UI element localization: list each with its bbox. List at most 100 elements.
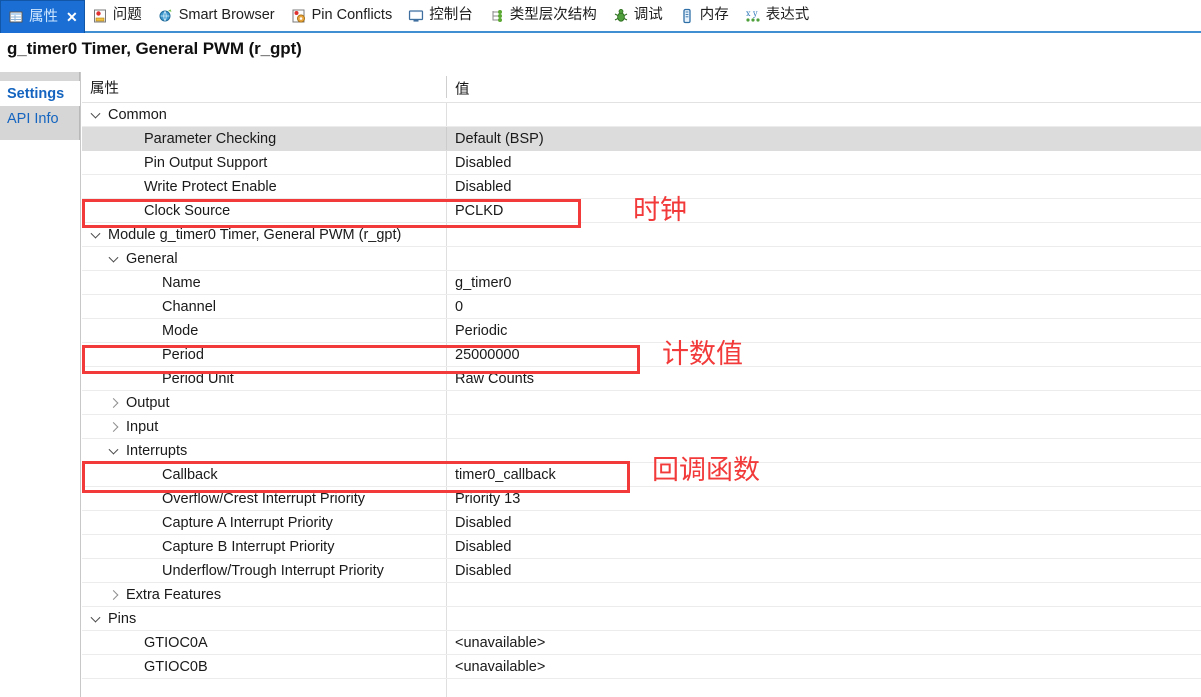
property-name-cell: Common bbox=[82, 103, 446, 126]
table-row[interactable]: Name g_timer0 bbox=[82, 271, 1201, 295]
sidebar-item-label: Settings bbox=[7, 85, 65, 102]
expressions-icon: x y bbox=[745, 8, 761, 24]
chevron-down-icon[interactable] bbox=[108, 247, 121, 270]
tab-expressions[interactable]: x y 表达式 bbox=[738, 0, 819, 31]
table-row[interactable]: Input bbox=[82, 415, 1201, 439]
table-row[interactable]: Mode Periodic bbox=[82, 319, 1201, 343]
table-row[interactable]: Extra Features bbox=[82, 583, 1201, 607]
annotation-label: 时钟 bbox=[633, 195, 687, 226]
property-name-label: Name bbox=[162, 274, 201, 291]
table-row[interactable]: Period Unit Raw Counts bbox=[82, 367, 1201, 391]
chevron-down-icon[interactable] bbox=[108, 439, 121, 462]
property-value-cell[interactable] bbox=[446, 583, 1201, 606]
tab-properties[interactable]: 属性 ✕ bbox=[0, 0, 85, 33]
table-row[interactable]: Overflow/Crest Interrupt Priority Priorit… bbox=[82, 487, 1201, 511]
tab-smart-browser[interactable]: Smart Browser bbox=[151, 0, 284, 31]
property-name-label: Output bbox=[126, 394, 170, 411]
property-name-cell: Interrupts bbox=[82, 439, 446, 462]
property-value-cell[interactable]: Disabled bbox=[446, 511, 1201, 534]
table-row[interactable]: Module g_timer0 Timer, General PWM (r_gp… bbox=[82, 223, 1201, 247]
table-row[interactable]: Output bbox=[82, 391, 1201, 415]
property-value-cell[interactable]: g_timer0 bbox=[446, 271, 1201, 294]
table-row[interactable]: GTIOC0B <unavailable> bbox=[82, 655, 1201, 679]
table-row[interactable]: Interrupts bbox=[82, 439, 1201, 463]
table-row[interactable]: GTIOC0A <unavailable> bbox=[82, 631, 1201, 655]
tab-label: 调试 bbox=[633, 7, 663, 24]
property-value-cell[interactable]: 25000000 bbox=[446, 343, 1201, 366]
tab-problems[interactable]: 问题 bbox=[85, 0, 151, 31]
property-value-cell[interactable] bbox=[446, 415, 1201, 438]
property-value-cell[interactable]: PCLKD bbox=[446, 199, 1201, 222]
tab-label: 属性 bbox=[29, 8, 58, 25]
chevron-down-icon[interactable] bbox=[90, 223, 103, 246]
property-value-cell[interactable]: 0 bbox=[446, 295, 1201, 318]
chevron-right-icon[interactable] bbox=[108, 415, 121, 438]
column-header-value: 值 bbox=[446, 76, 1201, 98]
property-value-cell[interactable] bbox=[446, 679, 1201, 697]
close-icon[interactable]: ✕ bbox=[66, 10, 78, 24]
table-row[interactable]: Capture A Interrupt Priority Disabled bbox=[82, 511, 1201, 535]
property-value-cell[interactable] bbox=[446, 103, 1201, 126]
tab-console[interactable]: 控制台 bbox=[401, 0, 482, 31]
page-title: g_timer0 Timer, General PWM (r_gpt) bbox=[7, 39, 302, 58]
chevron-down-icon[interactable] bbox=[90, 607, 103, 630]
chevron-down-icon[interactable] bbox=[90, 103, 103, 126]
tab-memory[interactable]: 内存 bbox=[672, 0, 738, 31]
property-value-cell[interactable]: Disabled bbox=[446, 151, 1201, 174]
sidebar-item-settings[interactable]: Settings bbox=[0, 81, 80, 106]
tab-label: Smart Browser bbox=[178, 7, 275, 24]
table-row[interactable]: Underflow/Trough Interrupt Priority Disab… bbox=[82, 559, 1201, 583]
table-row[interactable]: Channel 0 bbox=[82, 295, 1201, 319]
property-value-cell[interactable] bbox=[446, 223, 1201, 246]
property-value-cell[interactable]: Priority 13 bbox=[446, 487, 1201, 510]
property-value-cell[interactable]: Disabled bbox=[446, 559, 1201, 582]
tab-pin-conflicts[interactable]: Pin Conflicts bbox=[284, 0, 402, 31]
property-value-cell[interactable]: <unavailable> bbox=[446, 631, 1201, 654]
property-value-cell[interactable]: timer0_callback bbox=[446, 463, 1201, 486]
table-row[interactable]: General bbox=[82, 247, 1201, 271]
property-name-label: Module g_timer0 Timer, General PWM (r_gp… bbox=[108, 226, 402, 243]
sidebar-item-api-info[interactable]: API Info bbox=[0, 106, 80, 131]
property-value-label: Disabled bbox=[455, 562, 512, 579]
table-row[interactable]: Capture B Interrupt Priority Disabled bbox=[82, 535, 1201, 559]
property-value-cell[interactable]: Default (BSP) bbox=[446, 127, 1201, 150]
property-value-cell[interactable]: Disabled bbox=[446, 535, 1201, 558]
property-value-cell[interactable]: Raw Counts bbox=[446, 367, 1201, 390]
chevron-right-icon[interactable] bbox=[108, 583, 121, 606]
property-name-label: Common bbox=[108, 106, 167, 123]
sidebar-bottom-spacer bbox=[0, 131, 80, 140]
table-row[interactable]: Callback timer0_callback bbox=[82, 463, 1201, 487]
table-row[interactable]: Period 25000000 bbox=[82, 343, 1201, 367]
tab-debug[interactable]: 调试 bbox=[606, 0, 672, 31]
debug-icon bbox=[613, 8, 629, 24]
table-row[interactable]: Parameter Checking Default (BSP) bbox=[82, 127, 1201, 151]
property-value-label: 25000000 bbox=[455, 346, 520, 363]
property-name-cell: Parameter Checking bbox=[82, 127, 446, 150]
property-name-label: Input bbox=[126, 418, 159, 435]
chevron-right-icon[interactable] bbox=[108, 391, 121, 414]
property-value-cell[interactable] bbox=[446, 607, 1201, 630]
property-value-cell[interactable] bbox=[446, 247, 1201, 270]
pin-conflicts-icon bbox=[291, 8, 307, 24]
property-value-cell[interactable] bbox=[446, 391, 1201, 414]
property-value-label: Disabled bbox=[455, 514, 512, 531]
property-value-cell[interactable]: Disabled bbox=[446, 175, 1201, 198]
property-value-label: timer0_callback bbox=[455, 466, 556, 483]
table-row[interactable]: Common bbox=[82, 103, 1201, 127]
table-row[interactable]: Pin Output Support Disabled bbox=[82, 151, 1201, 175]
property-value-cell[interactable]: <unavailable> bbox=[446, 655, 1201, 678]
table-row[interactable] bbox=[82, 679, 1201, 697]
column-header-property: 属性 bbox=[90, 80, 119, 97]
property-name-cell: Output bbox=[82, 391, 446, 414]
table-row[interactable]: Pins bbox=[82, 607, 1201, 631]
property-value-cell[interactable]: Periodic bbox=[446, 319, 1201, 342]
properties-icon bbox=[8, 9, 24, 25]
tab-type-hierarchy[interactable]: 类型层次结构 bbox=[482, 0, 606, 31]
property-value-cell[interactable] bbox=[446, 439, 1201, 462]
